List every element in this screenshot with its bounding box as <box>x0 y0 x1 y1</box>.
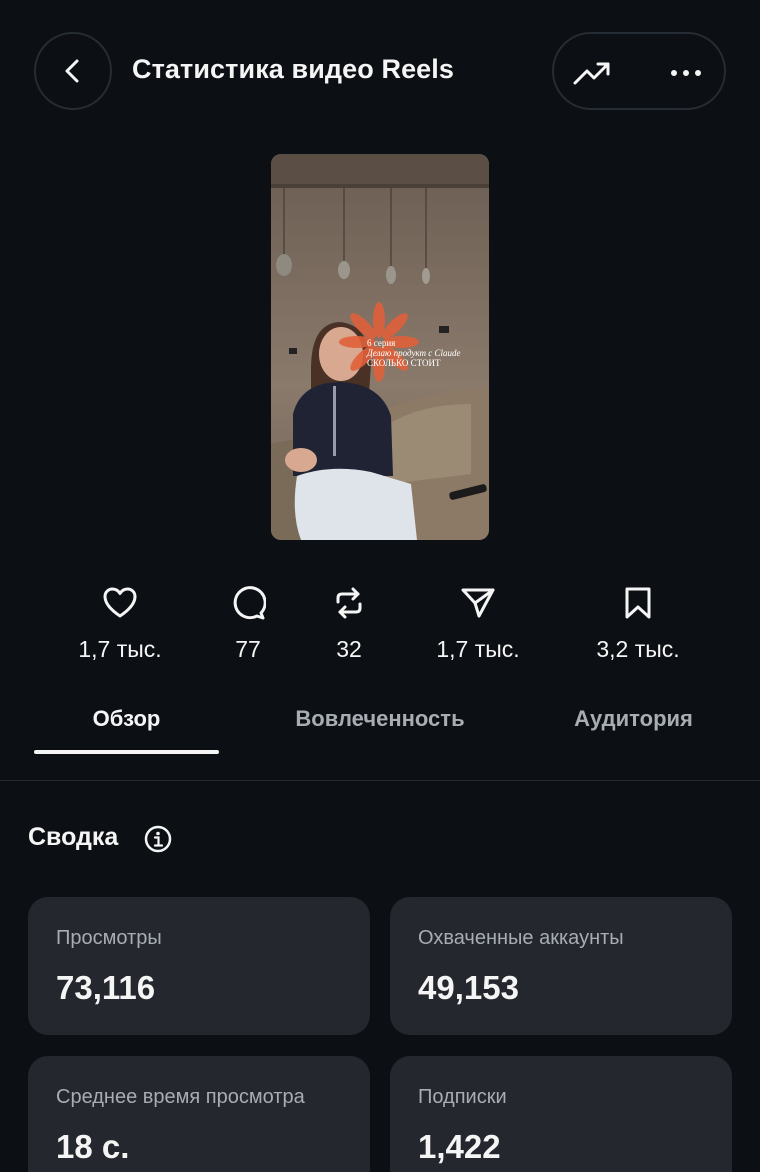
shares-stat[interactable]: 1,7 тыс. <box>408 584 548 663</box>
send-icon <box>461 588 495 618</box>
metric-label: Просмотры <box>56 927 162 949</box>
repost-icon <box>336 587 362 619</box>
metric-label: Среднее время просмотра <box>56 1086 305 1108</box>
shares-value: 1,7 тыс. <box>436 636 520 662</box>
likes-value: 1,7 тыс. <box>78 636 162 662</box>
info-icon[interactable] <box>144 825 172 853</box>
page-title: Статистика видео Reels <box>132 54 455 84</box>
tab-bar: Обзор Вовлеченность Аудитория <box>0 700 760 781</box>
active-tab-indicator <box>34 750 219 754</box>
metric-card-reach[interactable]: Охваченные аккаунты 49,153 <box>390 897 732 1035</box>
caption-line-3: СКОЛЬКО СТОИТ <box>367 358 441 368</box>
comment-icon <box>233 586 266 620</box>
metric-card-views[interactable]: Просмотры 73,116 <box>28 897 370 1035</box>
metric-value: 1,422 <box>418 1128 501 1165</box>
metric-card-watch-time[interactable]: Среднее время просмотра 18 с. <box>28 1056 370 1172</box>
heart-icon <box>103 587 137 618</box>
back-button[interactable] <box>34 32 112 110</box>
metric-value: 49,153 <box>418 969 519 1006</box>
tab-engagement[interactable]: Вовлеченность <box>285 704 475 734</box>
caption-line-2: Делаю продукт с Claude <box>367 348 461 358</box>
trending-up-icon <box>573 62 610 85</box>
trending-up-button[interactable] <box>570 51 614 95</box>
more-horizontal-icon <box>671 70 701 76</box>
tab-overview[interactable]: Обзор <box>34 704 219 734</box>
engagement-stats: 1,7 тыс. 77 32 1,7 тыс. 3,2 тыс. <box>0 584 760 674</box>
metric-value: 18 с. <box>56 1128 130 1165</box>
likes-stat[interactable]: 1,7 тыс. <box>50 584 190 663</box>
header-actions <box>552 32 726 110</box>
header: Статистика видео Reels <box>0 32 760 110</box>
bookmark-icon <box>625 587 651 619</box>
metric-label: Охваченные аккаунты <box>418 927 624 949</box>
saves-value: 3,2 тыс. <box>596 636 680 662</box>
caption-line-1: 6 серия <box>367 338 396 348</box>
tab-audience[interactable]: Аудитория <box>540 704 727 734</box>
video-caption-overlay: 6 серия Делаю продукт с Claude СКОЛЬКО С… <box>367 338 461 368</box>
summary-title: Сводка <box>28 823 119 851</box>
more-button[interactable] <box>664 51 708 95</box>
video-thumbnail[interactable]: 6 серия Делаю продукт с Claude СКОЛЬКО С… <box>271 154 489 540</box>
reposts-value: 32 <box>336 636 362 662</box>
chevron-left-icon <box>65 59 79 83</box>
saves-stat[interactable]: 3,2 тыс. <box>568 584 708 663</box>
metric-value: 73,116 <box>56 969 156 1006</box>
metric-label: Подписки <box>418 1086 507 1108</box>
metric-card-follows[interactable]: Подписки 1,422 <box>390 1056 732 1172</box>
reposts-stat[interactable]: 32 <box>279 584 419 663</box>
